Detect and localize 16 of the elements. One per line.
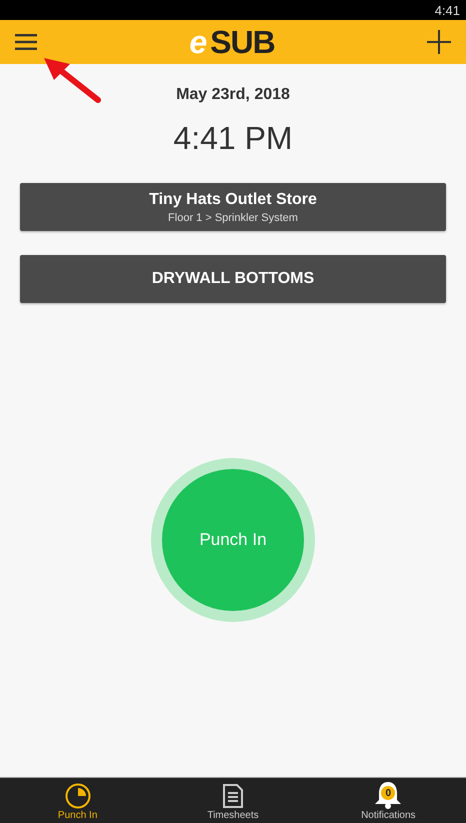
menu-icon[interactable] bbox=[15, 34, 37, 50]
add-icon[interactable] bbox=[426, 30, 451, 54]
date-label: May 23rd, 2018 bbox=[176, 86, 290, 104]
logo: eSUB bbox=[189, 24, 275, 60]
document-icon bbox=[222, 783, 244, 809]
nav-tab[interactable]: Timesheets bbox=[155, 778, 311, 823]
time-label: 4:41 PM bbox=[173, 120, 293, 157]
status-time: 4:41 bbox=[434, 2, 460, 18]
nav-tab[interactable]: Punch In bbox=[0, 778, 156, 823]
job-path: Floor 1 > Sprinkler System bbox=[168, 212, 298, 224]
clock-icon bbox=[64, 783, 91, 809]
cost-code-button[interactable]: DRYWALL BOTTOMS bbox=[20, 255, 446, 303]
job-title: Tiny Hats Outlet Store bbox=[149, 190, 317, 208]
job-selector[interactable]: Tiny Hats Outlet Store Floor 1 > Sprinkler System bbox=[20, 183, 446, 231]
nav-tab[interactable]: 0 Notifications bbox=[310, 778, 466, 823]
pointer-arrow bbox=[42, 56, 102, 104]
